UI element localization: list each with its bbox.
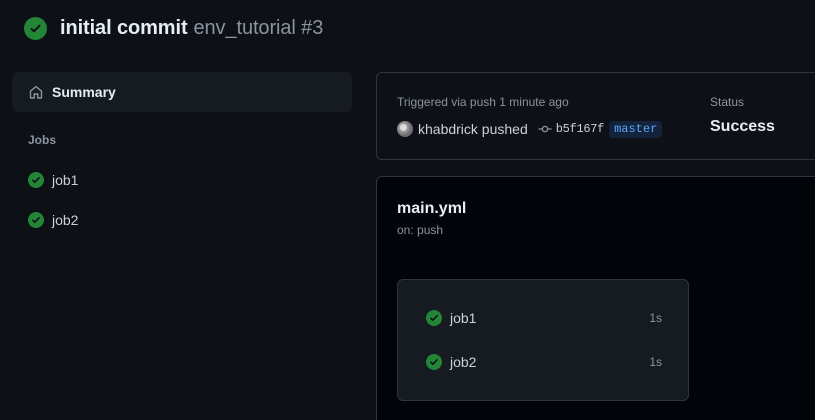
avatar[interactable]: [397, 121, 413, 137]
graph-job-job2[interactable]: job2 1s: [426, 352, 662, 372]
page-title: initial commit: [60, 16, 188, 39]
actor-row: khabdrick pushed b5f167f master: [397, 119, 663, 139]
check-circle-icon: [28, 172, 44, 188]
check-circle-icon: [426, 354, 442, 370]
run-subtitle: env_tutorial #3: [193, 16, 324, 39]
status-value: Success: [710, 118, 775, 135]
workflow-graph-card: main.yml on: push job1 1s job2 1s: [376, 176, 815, 420]
graph-job-label: job1: [450, 310, 477, 326]
actor-text[interactable]: khabdrick pushed: [418, 121, 528, 137]
sidebar-job-label: job1: [52, 172, 79, 188]
graph-job-label: job2: [450, 354, 477, 370]
job-duration: 1s: [649, 355, 662, 369]
job-duration: 1s: [649, 311, 662, 325]
sidebar-item-job1[interactable]: job1: [28, 170, 78, 190]
workflow-file-name[interactable]: main.yml: [397, 200, 466, 218]
sidebar-job-label: job2: [52, 212, 79, 228]
git-commit-icon: [538, 125, 552, 133]
page-header: initial commit env_tutorial #3: [24, 16, 323, 40]
run-info-card: Triggered via push 1 minute ago khabdric…: [376, 72, 815, 160]
trigger-text: Triggered via push 1 minute ago: [397, 95, 569, 109]
check-circle-icon: [426, 310, 442, 326]
check-circle-icon: [24, 16, 47, 40]
sidebar-item-summary[interactable]: Summary: [12, 72, 352, 112]
home-icon: [29, 85, 43, 99]
graph-job-job1[interactable]: job1 1s: [426, 308, 662, 328]
job-group: job1 1s job2 1s: [397, 279, 689, 401]
commit-sha-link[interactable]: b5f167f: [556, 122, 605, 136]
branch-badge[interactable]: master: [609, 120, 663, 138]
jobs-heading: Jobs: [28, 133, 57, 147]
check-circle-icon: [28, 212, 44, 228]
status-label: Status: [710, 95, 745, 109]
workflow-trigger: on: push: [397, 223, 444, 237]
sidebar-item-job2[interactable]: job2: [28, 210, 78, 230]
sidebar-item-label: Summary: [52, 84, 116, 100]
